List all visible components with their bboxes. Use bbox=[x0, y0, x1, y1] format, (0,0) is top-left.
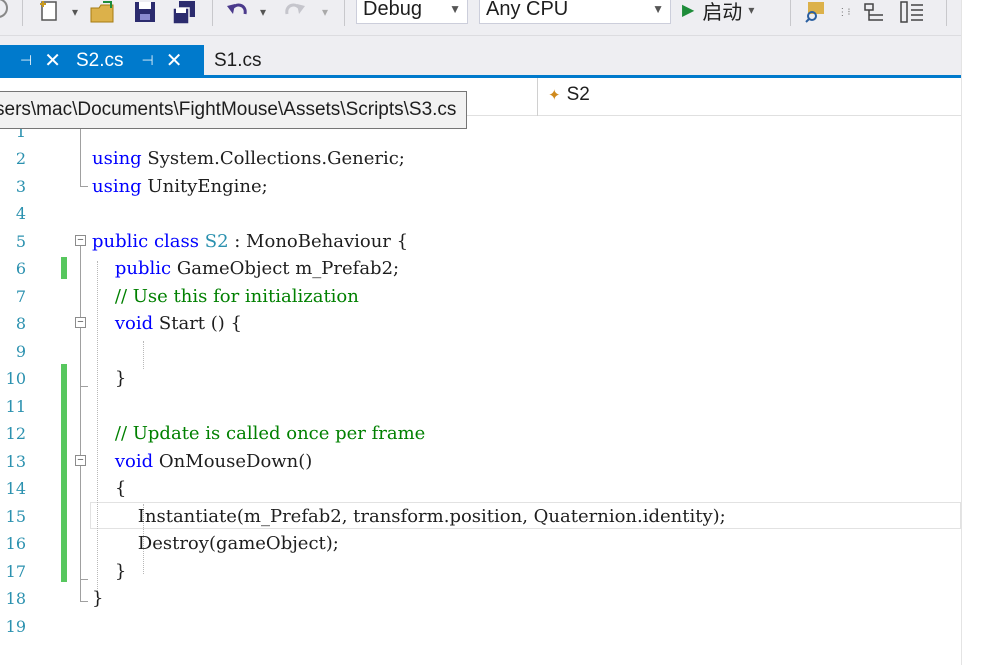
play-icon: ▶ bbox=[682, 2, 695, 19]
undo-icon[interactable] bbox=[224, 0, 252, 24]
tab-s3[interactable]: ⊣ ✕ bbox=[0, 45, 70, 76]
code-line[interactable]: public GameObject m_Prefab2; bbox=[92, 255, 399, 283]
line-number: 16 bbox=[5, 534, 26, 553]
change-indicator bbox=[61, 364, 67, 582]
code-line[interactable]: // Update is called once per frame bbox=[92, 420, 425, 448]
line-number: 10 bbox=[5, 369, 26, 388]
dotted-grip-icon: ⋮⁝ bbox=[837, 6, 851, 18]
collapse-icon[interactable]: − bbox=[75, 317, 86, 328]
line-number: 17 bbox=[5, 561, 26, 581]
code-line[interactable]: using System.Collections.Generic; bbox=[92, 145, 405, 173]
find-in-files-icon[interactable] bbox=[803, 0, 829, 24]
code-line[interactable]: void Start () { bbox=[92, 310, 242, 338]
pin-icon[interactable]: ⊣ bbox=[142, 52, 154, 69]
redo-dropdown-arrow-icon[interactable]: ▾ bbox=[318, 0, 332, 24]
code-line[interactable]: } bbox=[92, 558, 126, 586]
code-line[interactable]: using UnityEngine; bbox=[92, 173, 268, 201]
tab-s2[interactable]: S2.cs ⊣ ✕ bbox=[70, 45, 204, 76]
start-label: 启动 bbox=[702, 1, 743, 24]
line-number: 13 bbox=[5, 451, 26, 471]
file-path-text: sers\mac\Documents\FightMouse\Assets\Scr… bbox=[0, 99, 457, 120]
tab-s2-label: S2.cs bbox=[76, 49, 124, 71]
outline-end bbox=[80, 186, 88, 187]
code-line[interactable]: void OnMouseDown() bbox=[92, 448, 312, 476]
start-debugging-button[interactable]: ▶ 启动 ▾ bbox=[682, 0, 754, 24]
navigation-bar-divider bbox=[537, 78, 538, 116]
line-number: 12 bbox=[5, 424, 26, 443]
change-indicator bbox=[61, 257, 67, 279]
solution-configuration-combo[interactable]: Debug ▼ bbox=[356, 0, 468, 24]
code-line[interactable]: { bbox=[92, 475, 126, 503]
vertical-scrollbar[interactable] bbox=[961, 0, 987, 665]
dropdown-arrow-icon[interactable]: ▾ bbox=[68, 0, 82, 24]
outline-end bbox=[80, 601, 88, 602]
toolbar-separator bbox=[946, 0, 947, 26]
code-editor[interactable]: 1 2 3 4 5 6 7 8 9 10 11 12 13 14 15 16 17 18 19 − − − usin… bbox=[0, 107, 961, 665]
visual-studio-window: ▾ ▾ ▾ Debug ▼ Any CPU ▼ ▶ 启动 ▾ ⋮⁝ ⊣ ✕ S2… bbox=[0, 0, 961, 665]
toolbar-separator bbox=[22, 0, 23, 26]
new-project-icon[interactable] bbox=[36, 0, 66, 24]
class-dropdown[interactable]: ✦ S2 bbox=[548, 84, 590, 106]
toolbar-separator bbox=[790, 0, 791, 26]
back-arrow-icon[interactable] bbox=[0, 0, 14, 24]
line-number: 3 bbox=[15, 176, 26, 196]
code-line[interactable]: } bbox=[92, 365, 126, 393]
line-number: 14 bbox=[5, 479, 26, 498]
close-icon[interactable]: ✕ bbox=[166, 48, 183, 73]
indent-guide bbox=[143, 341, 144, 369]
line-number: 7 bbox=[15, 286, 26, 306]
chevron-down-icon: ▼ bbox=[652, 2, 664, 16]
line-number: 9 bbox=[15, 341, 26, 361]
save-all-icon[interactable] bbox=[170, 0, 200, 24]
toolbar-separator bbox=[212, 0, 213, 26]
solution-platform-value: Any CPU bbox=[486, 0, 569, 20]
document-tab-strip: ⊣ ✕ S2.cs ⊣ ✕ S1.cs bbox=[0, 36, 961, 78]
code-line[interactable]: Destroy(gameObject); bbox=[92, 530, 339, 558]
collapse-icon[interactable]: − bbox=[75, 455, 86, 466]
line-number: 4 bbox=[15, 204, 26, 223]
chevron-down-icon: ▼ bbox=[449, 2, 461, 16]
tab-s1-label: S1.cs bbox=[214, 49, 262, 71]
solution-platform-combo[interactable]: Any CPU ▼ bbox=[479, 0, 671, 24]
line-number: 8 bbox=[15, 314, 26, 333]
solution-configuration-value: Debug bbox=[363, 0, 422, 20]
file-path-tooltip: sers\mac\Documents\FightMouse\Assets\Scr… bbox=[0, 91, 468, 129]
toolbar-separator bbox=[344, 0, 345, 26]
undo-dropdown-arrow-icon[interactable]: ▾ bbox=[256, 0, 270, 24]
code-line[interactable]: // Use this for initialization bbox=[92, 283, 359, 311]
class-name: S2 bbox=[566, 84, 590, 105]
chevron-down-icon: ▾ bbox=[748, 3, 755, 17]
class-icon: ✦ bbox=[548, 87, 561, 104]
outline-line bbox=[80, 246, 81, 601]
solution-explorer-icon[interactable] bbox=[862, 0, 888, 24]
toolbar: ▾ ▾ ▾ Debug ▼ Any CPU ▼ ▶ 启动 ▾ ⋮⁝ bbox=[0, 0, 961, 36]
tab-s1[interactable]: S1.cs bbox=[208, 45, 278, 76]
pin-icon[interactable]: ⊣ bbox=[20, 52, 32, 69]
outline-line bbox=[80, 120, 81, 186]
outline-end bbox=[80, 386, 88, 387]
code-line[interactable]: public class S2 : MonoBehaviour { bbox=[92, 228, 408, 256]
open-folder-icon[interactable] bbox=[88, 0, 118, 24]
line-number: 2 bbox=[15, 149, 26, 168]
line-number: 11 bbox=[5, 396, 26, 416]
outline-end bbox=[80, 579, 88, 580]
code-line[interactable]: } bbox=[92, 585, 103, 613]
line-number: 15 bbox=[5, 506, 26, 526]
line-number: 5 bbox=[15, 231, 26, 251]
collapse-icon[interactable]: − bbox=[75, 235, 86, 246]
line-number: 6 bbox=[15, 259, 26, 278]
save-icon[interactable] bbox=[132, 0, 158, 24]
redo-icon[interactable] bbox=[280, 0, 308, 24]
properties-window-icon[interactable] bbox=[898, 0, 926, 24]
code-line[interactable]: Instantiate(m_Prefab2, transform.positio… bbox=[92, 503, 726, 531]
line-number: 18 bbox=[5, 589, 26, 608]
close-icon[interactable]: ✕ bbox=[44, 48, 61, 73]
line-number: 19 bbox=[5, 616, 26, 636]
